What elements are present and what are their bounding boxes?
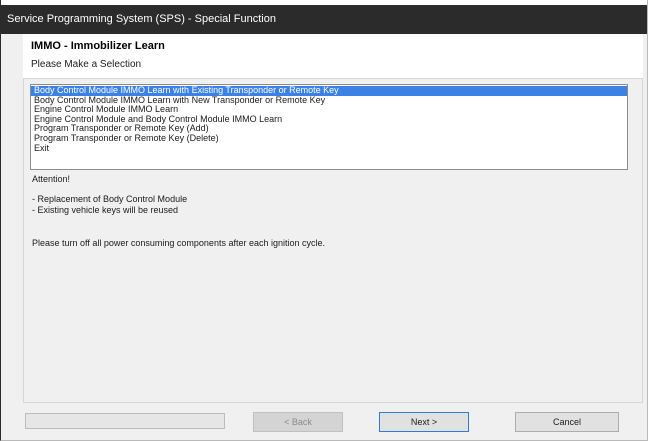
selection-prompt: Please Make a Selection — [31, 59, 142, 70]
instruction-text: Please turn off all power consuming comp… — [32, 238, 325, 248]
sps-dialog-window: Service Programming System (SPS) - Speci… — [0, 0, 648, 441]
back-button[interactable]: < Back — [253, 412, 343, 432]
list-item[interactable]: Body Control Module IMMO Learn with New … — [31, 96, 627, 106]
list-item[interactable]: Engine Control Module IMMO Learn — [31, 105, 627, 115]
page-title: IMMO - Immobilizer Learn — [31, 40, 165, 52]
header-panel: IMMO - Immobilizer Learn Please Make a S… — [23, 34, 643, 78]
attention-note: - Replacement of Body Control Module — [32, 194, 188, 204]
attention-label: Attention! — [32, 174, 71, 184]
list-item[interactable]: Program Transponder or Remote Key (Add) — [31, 124, 627, 134]
function-selection-list[interactable]: Body Control Module IMMO Learn with Exis… — [30, 84, 628, 170]
window-title-bar[interactable]: Service Programming System (SPS) - Speci… — [1, 5, 647, 34]
attention-note: - Existing vehicle keys will be reused — [32, 205, 179, 215]
list-item[interactable]: Body Control Module IMMO Learn with Exis… — [31, 86, 627, 96]
list-item[interactable]: Program Transponder or Remote Key (Delet… — [31, 134, 627, 144]
progress-bar — [25, 413, 225, 429]
next-button[interactable]: Next > — [379, 412, 469, 432]
list-item[interactable]: Exit — [31, 144, 627, 154]
list-item[interactable]: Engine Control Module and Body Control M… — [31, 115, 627, 125]
window-title: Service Programming System (SPS) - Speci… — [7, 13, 276, 25]
cancel-button[interactable]: Cancel — [515, 412, 619, 432]
